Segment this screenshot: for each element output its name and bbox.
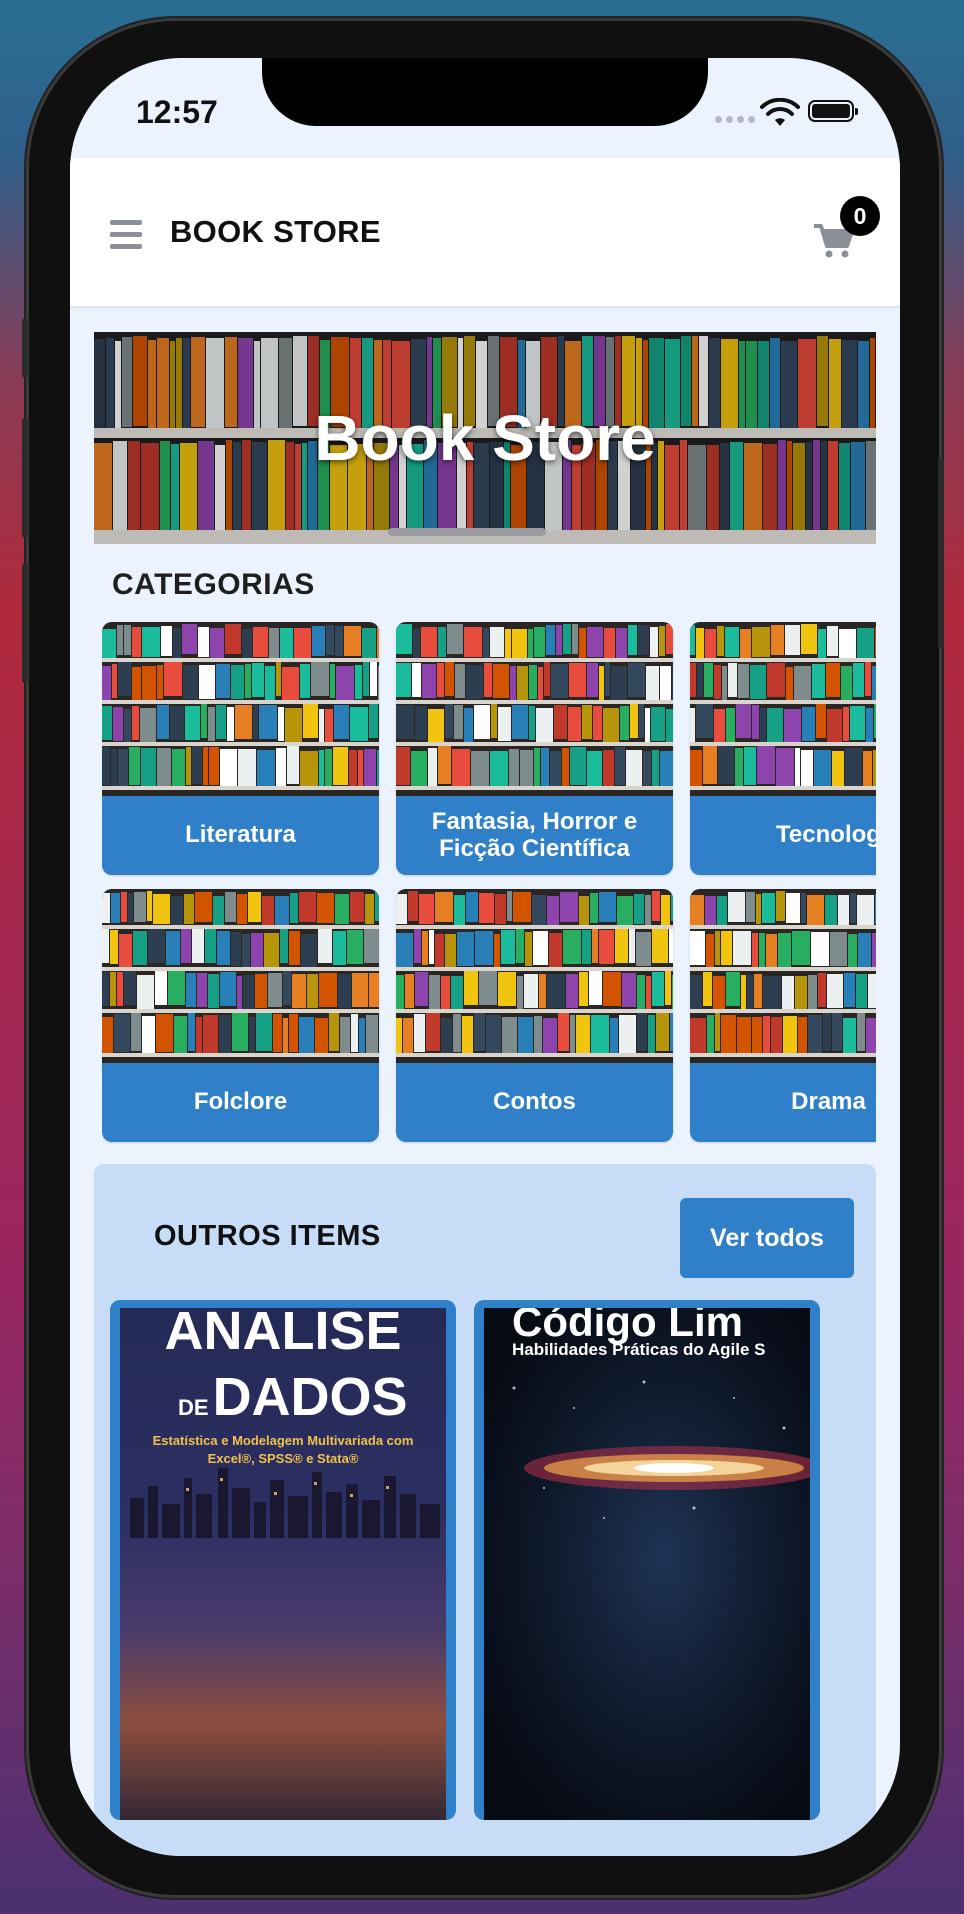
category-card-fantasia[interactable]: Fantasia, Horror e Ficção Científica (396, 622, 673, 875)
status-time: 12:57 (136, 94, 218, 130)
category-image (690, 889, 876, 1063)
category-label: Drama (791, 1088, 866, 1116)
product-card[interactable]: Código Lim Habilidades Práticas do Agile… (474, 1300, 820, 1820)
category-image (396, 622, 673, 796)
category-image (690, 622, 876, 796)
signal-icon (715, 116, 755, 123)
category-card-contos[interactable]: Contos (396, 889, 673, 1142)
banner-carousel[interactable]: Book Store (94, 332, 876, 544)
city-skyline-image (130, 1468, 440, 1538)
banner-title: Book Store (314, 402, 656, 474)
galaxy-image (512, 1380, 810, 1519)
wifi-icon (760, 98, 800, 126)
category-card-tecnologia[interactable]: Tecnolog (690, 622, 876, 875)
power-button (938, 458, 944, 648)
carousel-indicator (388, 528, 546, 536)
category-card-folclore[interactable]: Folclore (102, 889, 379, 1142)
app-screen: 12:57 BOOK STORE 0 Book Store CATEGORIAS… (70, 58, 900, 1856)
category-label: Folclore (193, 1088, 288, 1116)
category-image (102, 622, 379, 796)
category-label: Tecnolog (776, 821, 876, 849)
see-all-button[interactable]: Ver todos (680, 1198, 854, 1278)
category-label: Literatura (185, 821, 296, 849)
book-cover: Código Lim Habilidades Práticas do Agile… (484, 1308, 810, 1820)
cover-title-main: DADOS (212, 1367, 408, 1427)
cover-title-line1: ANALISE (164, 1308, 402, 1361)
cover-subtitle: Habilidades Práticas do Agile S (512, 1340, 766, 1359)
cart-count-badge: 0 (840, 196, 880, 236)
cover-title-line2: DE DADOS (178, 1366, 408, 1428)
category-label: Fantasia, Horror e Ficção Científica (431, 808, 638, 862)
app-bar: BOOK STORE 0 (70, 158, 900, 306)
book-cover: ANALISE DE DADOS Estatística e Modelagem… (120, 1308, 446, 1820)
other-items-section: OUTROS ITEMS Ver todos ANALISE DE DADOS … (94, 1164, 876, 1856)
category-label: Contos (493, 1088, 576, 1116)
categories-grid: Literatura Fantasia, Horror e Ficção Cie… (102, 622, 876, 1144)
categories-title: CATEGORIAS (112, 568, 315, 601)
category-image (102, 889, 379, 1063)
mute-switch (22, 318, 28, 378)
volume-up-button (22, 418, 28, 538)
volume-down-button (22, 563, 28, 683)
product-card[interactable]: ANALISE DE DADOS Estatística e Modelagem… (110, 1300, 456, 1820)
category-card-literatura[interactable]: Literatura (102, 622, 379, 875)
battery-icon (808, 100, 858, 122)
menu-icon[interactable] (110, 220, 142, 249)
notch (262, 58, 708, 126)
other-items-title: OUTROS ITEMS (154, 1220, 381, 1252)
category-image (396, 889, 673, 1063)
cover-title-prefix: DE (178, 1395, 209, 1420)
app-title: BOOK STORE (170, 214, 381, 249)
category-card-drama[interactable]: Drama (690, 889, 876, 1142)
